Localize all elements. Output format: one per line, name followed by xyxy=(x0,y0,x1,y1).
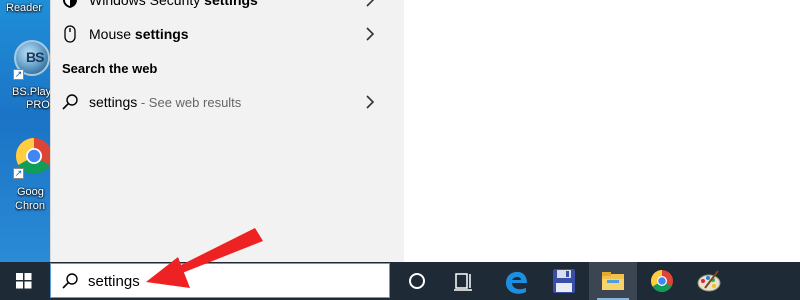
chrome-icon[interactable] xyxy=(638,262,686,300)
search-icon xyxy=(62,273,78,289)
cortana-icon[interactable] xyxy=(393,262,441,300)
result-label: Windows Security settings xyxy=(89,0,258,8)
taskbar-search-box[interactable]: settings xyxy=(50,263,390,298)
desktop: Reader BS ↗ BS.Play PRO ↗ Goog Chron xyxy=(0,0,50,262)
shield-icon xyxy=(63,0,77,8)
chevron-right-icon[interactable] xyxy=(363,94,377,110)
task-view-icon[interactable] xyxy=(440,262,488,300)
bsplayer-logo-text: BS xyxy=(26,49,44,65)
preview-pane xyxy=(404,0,800,262)
shortcut-arrow-icon: ↗ xyxy=(13,69,24,80)
search-results-panel: Windows Security settings Mouse settings… xyxy=(50,0,404,262)
edge-icon[interactable] xyxy=(492,262,540,300)
shortcut-arrow-icon: ↗ xyxy=(13,168,24,179)
windows-start-icon[interactable] xyxy=(0,262,48,300)
save-disk-icon[interactable] xyxy=(540,262,588,300)
search-input[interactable]: settings xyxy=(88,273,140,290)
desktop-icon-label[interactable]: BS.Play xyxy=(12,86,50,99)
result-label: settings - See web results xyxy=(89,94,241,110)
result-label-bold: settings xyxy=(204,0,258,8)
desktop-icon-label[interactable]: Goog xyxy=(17,186,50,199)
result-windows-security-settings[interactable]: Windows Security settings xyxy=(51,0,405,17)
file-explorer-button[interactable] xyxy=(589,262,637,300)
taskbar: settings xyxy=(0,262,800,300)
result-label-prefix: Mouse xyxy=(89,26,135,42)
paint-icon[interactable] xyxy=(685,262,733,300)
desktop-icon-label[interactable]: Reader xyxy=(6,2,50,15)
result-web-search[interactable]: settings - See web results xyxy=(51,85,405,119)
result-label-prefix: Windows Security xyxy=(89,0,205,8)
result-label: Mouse settings xyxy=(89,26,189,42)
screenshot-frame: Reader BS ↗ BS.Play PRO ↗ Goog Chron Win… xyxy=(0,0,800,300)
file-explorer-icon xyxy=(602,272,624,290)
search-icon xyxy=(62,94,78,110)
mouse-icon xyxy=(64,25,76,43)
web-query: settings xyxy=(89,94,138,110)
result-mouse-settings[interactable]: Mouse settings xyxy=(51,17,405,51)
chevron-right-icon[interactable] xyxy=(363,26,377,42)
web-result-suffix: - See web results xyxy=(137,95,242,110)
desktop-icon-label[interactable]: Chron xyxy=(15,200,50,213)
desktop-icon-label[interactable]: PRO xyxy=(26,99,50,112)
chevron-right-icon[interactable] xyxy=(363,0,377,8)
result-label-bold: settings xyxy=(134,26,189,42)
section-header-search-web: Search the web xyxy=(62,61,158,76)
